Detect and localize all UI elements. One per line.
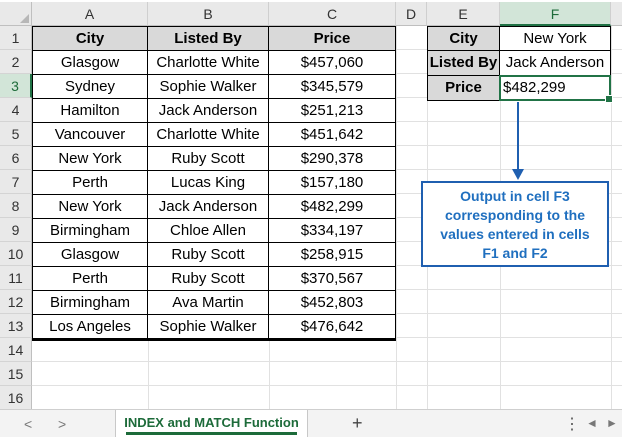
row-header[interactable]: 15 xyxy=(0,362,32,386)
row-header[interactable]: 16 xyxy=(0,386,32,409)
city-cell[interactable]: Perth xyxy=(33,171,147,194)
price-cell[interactable]: $334,197 xyxy=(269,219,395,242)
select-all-triangle-icon xyxy=(20,14,29,23)
scroll-right-icon[interactable]: ► xyxy=(606,416,618,430)
column-header-f[interactable]: F xyxy=(500,2,611,26)
price-cell[interactable]: $290,378 xyxy=(269,147,395,170)
sheet-tab-bar: < > INDEX and MATCH Function + ⋮ ◄ ► xyxy=(0,409,622,437)
price-cell[interactable]: $452,803 xyxy=(269,291,395,314)
city-cell[interactable]: Birmingham xyxy=(33,219,147,242)
callout-line: Output in cell F3 xyxy=(460,188,570,204)
gridline xyxy=(32,361,622,362)
column-header-a[interactable]: A xyxy=(32,2,148,26)
sheet-tab-label: INDEX and MATCH Function xyxy=(124,415,299,430)
city-cell[interactable]: New York xyxy=(33,147,147,170)
listed-by-cell[interactable]: Sophie Walker xyxy=(148,75,268,98)
select-all-corner[interactable] xyxy=(0,2,32,26)
data-table: City Listed By Price Glasgow Charlotte Wh… xyxy=(32,26,396,341)
more-options-icon[interactable]: ⋮ xyxy=(564,414,580,434)
city-cell[interactable]: Sydney xyxy=(33,75,147,98)
price-cell[interactable]: $157,180 xyxy=(269,171,395,194)
row-header[interactable]: 8 xyxy=(0,194,32,218)
lookup-label-price[interactable]: Price xyxy=(428,76,499,100)
lookup-label-listed-by[interactable]: Listed By xyxy=(428,51,499,75)
spreadsheet-grid[interactable]: A B C D E F 1 2 3 4 5 6 7 8 9 10 11 12 1… xyxy=(0,0,622,409)
listed-by-cell[interactable]: Ruby Scott xyxy=(148,147,268,170)
listed-by-cell[interactable]: Ruby Scott xyxy=(148,267,268,290)
price-cell[interactable]: $451,642 xyxy=(269,123,395,146)
row-header[interactable]: 3 xyxy=(0,74,32,98)
lookup-value-listed-by[interactable]: Jack Anderson xyxy=(500,51,610,75)
listed-by-cell[interactable]: Ruby Scott xyxy=(148,243,268,266)
city-cell[interactable]: Hamilton xyxy=(33,99,147,122)
prev-sheet-button[interactable]: < xyxy=(24,416,32,432)
listed-by-cell[interactable]: Jack Anderson xyxy=(148,195,268,218)
callout-line: F1 and F2 xyxy=(482,245,548,261)
listed-by-cell[interactable]: Lucas King xyxy=(148,171,268,194)
price-cell[interactable]: $258,915 xyxy=(269,243,395,266)
column-header-d[interactable]: D xyxy=(396,2,427,26)
row-header[interactable]: 11 xyxy=(0,266,32,290)
add-sheet-button[interactable]: + xyxy=(352,413,363,434)
city-cell[interactable]: Birmingham xyxy=(33,291,147,314)
price-cell[interactable]: $251,213 xyxy=(269,99,395,122)
callout-line: values entered in cells xyxy=(440,226,590,242)
city-cell[interactable]: New York xyxy=(33,195,147,218)
row-header[interactable]: 7 xyxy=(0,170,32,194)
city-cell[interactable]: Los Angeles xyxy=(33,315,147,338)
price-cell[interactable]: $482,299 xyxy=(269,195,395,218)
price-cell[interactable]: $476,642 xyxy=(269,315,395,338)
row-header[interactable]: 1 xyxy=(0,26,32,50)
tab-index-and-match-function[interactable]: INDEX and MATCH Function xyxy=(115,410,308,437)
table-header-listed-by[interactable]: Listed By xyxy=(148,27,268,50)
gridline xyxy=(32,385,622,386)
city-cell[interactable]: Vancouver xyxy=(33,123,147,146)
lookup-label-city[interactable]: City xyxy=(428,27,499,50)
column-header-g[interactable] xyxy=(611,2,622,26)
column-header-c[interactable]: C xyxy=(269,2,396,26)
active-tab-underline xyxy=(126,432,297,435)
city-cell[interactable]: Glasgow xyxy=(33,243,147,266)
listed-by-cell[interactable]: Sophie Walker xyxy=(148,315,268,338)
row-header[interactable]: 4 xyxy=(0,98,32,122)
price-cell[interactable]: $457,060 xyxy=(269,51,395,74)
price-cell[interactable]: $345,579 xyxy=(269,75,395,98)
callout-line: corresponding to the xyxy=(445,207,585,223)
row-header[interactable]: 13 xyxy=(0,314,32,338)
row-header[interactable]: 12 xyxy=(0,290,32,314)
listed-by-cell[interactable]: Jack Anderson xyxy=(148,99,268,122)
table-header-price[interactable]: Price xyxy=(269,27,395,50)
arrow-down-icon xyxy=(512,102,524,180)
listed-by-cell[interactable]: Charlotte White xyxy=(148,123,268,146)
listed-by-cell[interactable]: Chloe Allen xyxy=(148,219,268,242)
next-sheet-button[interactable]: > xyxy=(58,416,66,432)
city-cell[interactable]: Perth xyxy=(33,267,147,290)
row-header[interactable]: 5 xyxy=(0,122,32,146)
fill-handle[interactable] xyxy=(605,95,613,103)
row-header[interactable]: 10 xyxy=(0,242,32,266)
row-header[interactable]: 9 xyxy=(0,218,32,242)
listed-by-cell[interactable]: Charlotte White xyxy=(148,51,268,74)
column-header-e[interactable]: E xyxy=(427,2,500,26)
table-header-city[interactable]: City xyxy=(33,27,147,50)
price-cell[interactable]: $370,567 xyxy=(269,267,395,290)
row-header[interactable]: 2 xyxy=(0,50,32,74)
scroll-left-icon[interactable]: ◄ xyxy=(586,416,598,430)
output-callout: Output in cell F3 corresponding to the v… xyxy=(421,181,609,267)
lookup-value-city[interactable]: New York xyxy=(500,27,610,50)
column-header-b[interactable]: B xyxy=(148,2,269,26)
row-header[interactable]: 14 xyxy=(0,338,32,362)
listed-by-cell[interactable]: Ava Martin xyxy=(148,291,268,314)
row-header[interactable]: 6 xyxy=(0,146,32,170)
active-cell-selection[interactable] xyxy=(499,75,613,103)
city-cell[interactable]: Glasgow xyxy=(33,51,147,74)
